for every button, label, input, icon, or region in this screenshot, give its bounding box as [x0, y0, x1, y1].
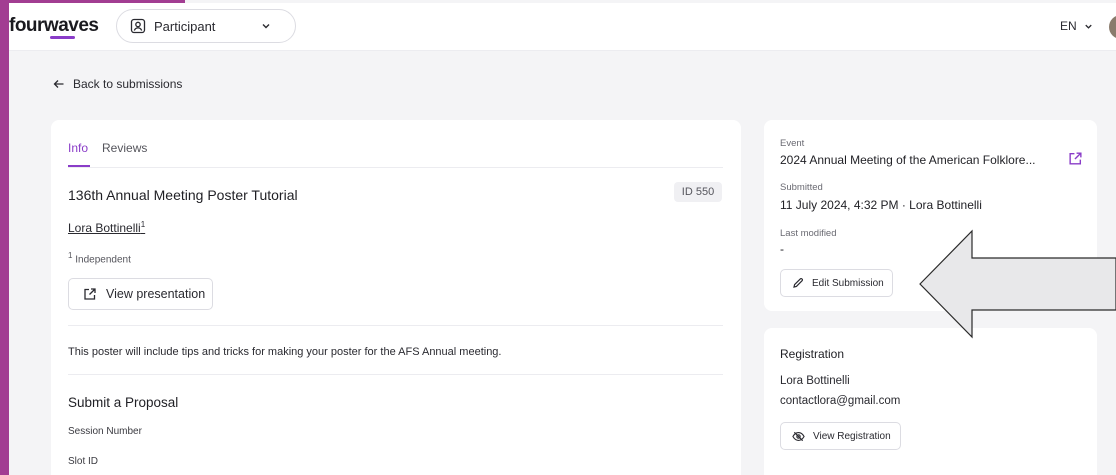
submission-tabs: Info Reviews: [68, 141, 147, 155]
avatar[interactable]: [1109, 15, 1116, 39]
event-label: Event: [780, 138, 805, 149]
proposal-section-title: Submit a Proposal: [68, 395, 179, 410]
back-link-label: Back to submissions: [73, 77, 183, 91]
registration-card: Registration Lora Bottinelli contactlora…: [764, 328, 1097, 475]
fourwaves-logo[interactable]: fourwaves: [9, 15, 99, 37]
logo-wave-mark: [50, 36, 75, 39]
affiliation: 1 Independent: [68, 251, 131, 265]
role-select-value: Participant: [154, 18, 216, 34]
registrant-name: Lora Bottinelli: [780, 375, 850, 387]
tab-reviews[interactable]: Reviews: [102, 141, 147, 155]
chevron-down-icon: [1084, 24, 1092, 29]
submission-title: 136th Annual Meeting Poster Tutorial: [68, 187, 298, 203]
section-divider: [68, 374, 723, 375]
tab-info[interactable]: Info: [68, 141, 88, 155]
last-modified-label: Last modified: [780, 228, 837, 239]
author-name: Lora Bottinelli: [68, 221, 141, 235]
top-header: fourwaves Participant EN: [9, 3, 1116, 51]
tabs-divider: [68, 167, 723, 168]
view-presentation-label: View presentation: [106, 287, 206, 301]
submission-details-card: Info Reviews 136th Annual Meeting Poster…: [51, 120, 741, 475]
edit-submission-label: Edit Submission: [812, 277, 884, 289]
submission-description: This poster will include tips and tricks…: [68, 346, 502, 358]
open-event-external-icon[interactable]: [1068, 151, 1083, 166]
chevron-down-icon: [262, 24, 270, 29]
language-select[interactable]: EN: [1060, 19, 1094, 33]
annotation-arrow: [919, 229, 1116, 339]
submission-id-badge: ID 550: [674, 182, 722, 202]
section-divider: [68, 325, 723, 326]
field-label-slot-id: Slot ID: [68, 456, 99, 467]
user-badge-icon: [130, 18, 146, 34]
event-name: 2024 Annual Meeting of the American Folk…: [780, 153, 1036, 167]
role-select[interactable]: Participant: [116, 9, 296, 43]
pencil-icon: [793, 277, 804, 288]
language-value: EN: [1060, 19, 1077, 33]
registration-title: Registration: [780, 347, 845, 361]
edit-submission-button[interactable]: Edit Submission: [780, 269, 893, 297]
registrant-email: contactlora@gmail.com: [780, 395, 901, 407]
view-registration-label: View Registration: [813, 430, 891, 442]
window-left-edge: [0, 0, 9, 475]
external-link-icon: [84, 288, 96, 300]
affiliation-index: 1: [68, 251, 73, 260]
eye-icon: [792, 431, 805, 441]
arrow-left-icon: [53, 80, 64, 88]
affiliation-name: Independent: [75, 254, 131, 266]
view-presentation-button[interactable]: View presentation: [68, 278, 213, 310]
last-modified-value: -: [780, 242, 784, 256]
back-to-submissions-link[interactable]: Back to submissions: [53, 77, 182, 91]
submitted-label: Submitted: [780, 182, 823, 193]
author-affiliation-index: 1: [140, 220, 146, 229]
author-link[interactable]: Lora Bottinelli1: [68, 220, 145, 235]
submitted-value: 11 July 2024, 4:32 PM · Lora Bottinelli: [780, 198, 982, 212]
view-registration-button[interactable]: View Registration: [780, 422, 901, 450]
field-label-session-number: Session Number: [68, 426, 142, 437]
